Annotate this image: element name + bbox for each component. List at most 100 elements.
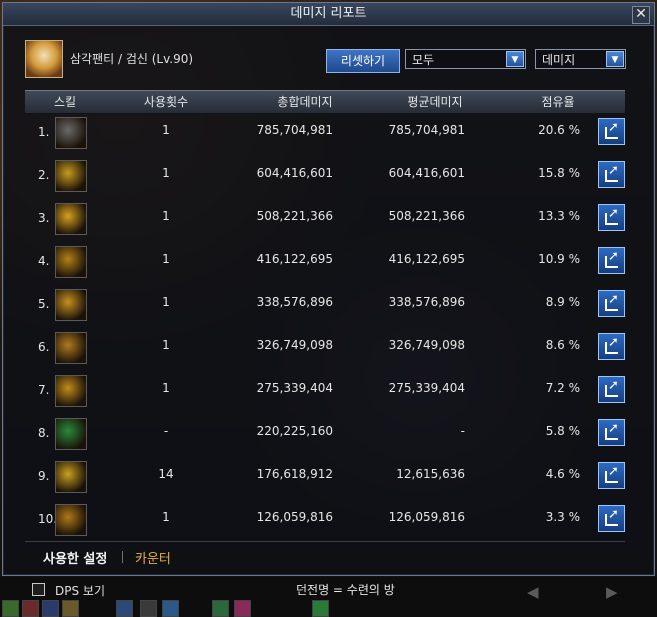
skill-icon-9	[55, 461, 87, 493]
quickslot[interactable]	[162, 600, 179, 617]
row-total: 338,576,896	[256, 295, 333, 309]
row-share: 8.9 %	[545, 295, 580, 309]
detail-button[interactable]	[598, 290, 625, 317]
close-icon[interactable]: ✕	[632, 6, 650, 24]
row-total: 126,059,816	[256, 510, 333, 524]
skill-icon-1	[55, 117, 87, 149]
skill-icon-3	[55, 203, 87, 235]
row-share: 7.2 %	[545, 381, 580, 395]
row-share: 10.9 %	[538, 252, 580, 266]
row-count-value: 14	[158, 467, 174, 481]
row-total: 326,749,098	[256, 338, 333, 352]
row-average: -	[460, 424, 465, 438]
quickslot[interactable]	[42, 600, 59, 617]
row-share: 15.8 %	[538, 166, 580, 180]
skill-icon-2	[55, 160, 87, 192]
quickslot[interactable]	[312, 600, 329, 617]
header-count[interactable]: 사용횟수	[144, 91, 188, 113]
row-rank: 1.	[38, 125, 50, 139]
row-total: 176,618,912	[256, 467, 333, 481]
filter-select[interactable]: 모두 ▼	[405, 49, 526, 69]
row-rank: 3.	[38, 211, 50, 225]
skill-icon-6	[55, 332, 87, 364]
row-rank: 4.	[38, 254, 50, 268]
dps-checkbox[interactable]	[32, 583, 45, 596]
row-average: 785,704,981	[388, 123, 465, 137]
row-average: 126,059,816	[388, 510, 465, 524]
quickslot[interactable]	[22, 600, 39, 617]
row-average: 508,221,366	[388, 209, 465, 223]
detail-button[interactable]	[598, 247, 625, 274]
row-count-value: -	[163, 424, 169, 438]
row-count-value: 1	[162, 295, 170, 309]
row-count-value: 1	[162, 338, 170, 352]
row-share: 5.8 %	[545, 424, 580, 438]
row-count-value: 1	[162, 123, 170, 137]
header-average[interactable]: 평균데미지	[407, 91, 462, 113]
detail-button[interactable]	[598, 419, 625, 446]
quickslot[interactable]	[2, 600, 19, 617]
table-row: 2. 1 604,416,601 604,416,601 15.8 %	[25, 157, 625, 199]
quickslot[interactable]	[212, 600, 229, 617]
row-rank: 6.	[38, 340, 50, 354]
quickslot[interactable]	[62, 600, 79, 617]
table-row: 10. 1 126,059,816 126,059,816 3.3 %	[25, 501, 625, 543]
table-row: 5. 1 338,576,896 338,576,896 8.9 %	[25, 286, 625, 328]
table-header: 스킬 사용횟수 총합데미지 평균데미지 점유율	[25, 90, 625, 114]
table-row: 9. 14 176,618,912 12,615,636 4.6 %	[25, 458, 625, 500]
row-total: 220,225,160	[256, 424, 333, 438]
tab-counter[interactable]: 카운터	[135, 548, 171, 567]
detail-button[interactable]	[598, 204, 625, 231]
character-label: 삼각팬티 / 검신 (Lv.90)	[70, 52, 194, 66]
detail-button[interactable]	[598, 505, 625, 532]
skill-icon-8	[55, 418, 87, 450]
row-rank: 9.	[38, 469, 50, 483]
skill-icon-5	[55, 289, 87, 321]
metric-select-value: 데미지	[542, 53, 576, 67]
detail-button[interactable]	[598, 118, 625, 145]
detail-button[interactable]	[598, 376, 625, 403]
dps-label: DPS 보기	[55, 584, 105, 598]
row-rank: 8.	[38, 426, 50, 440]
row-share: 20.6 %	[538, 123, 580, 137]
header-skill[interactable]: 스킬	[54, 91, 76, 113]
row-count-value: 1	[162, 252, 170, 266]
row-share: 13.3 %	[538, 209, 580, 223]
row-total: 508,221,366	[256, 209, 333, 223]
window-titlebar[interactable]: 데미지 리포트 ✕	[3, 3, 654, 26]
chevron-down-icon[interactable]: ▼	[506, 51, 524, 67]
character-avatar	[25, 40, 63, 78]
detail-button[interactable]	[598, 333, 625, 360]
detail-button[interactable]	[598, 462, 625, 489]
prev-arrow-icon[interactable]: ◀	[527, 583, 539, 601]
row-average: 604,416,601	[388, 166, 465, 180]
filter-select-value: 모두	[412, 53, 435, 67]
tab-used-settings[interactable]: 사용한 설정	[43, 548, 107, 567]
row-rank: 5.	[38, 297, 50, 311]
header-total[interactable]: 총합데미지	[277, 91, 332, 113]
row-share: 3.3 %	[545, 510, 580, 524]
skill-icon-7	[55, 375, 87, 407]
row-total: 604,416,601	[256, 166, 333, 180]
table-row: 3. 1 508,221,366 508,221,366 13.3 %	[25, 200, 625, 242]
next-arrow-icon[interactable]: ▶	[606, 583, 618, 601]
row-count-value: 1	[162, 510, 170, 524]
table-row: 4. 1 416,122,695 416,122,695 10.9 %	[25, 243, 625, 285]
reset-button[interactable]: 리셋하기	[326, 49, 400, 73]
row-average: 275,339,404	[388, 381, 465, 395]
bottom-tabs: 사용한 설정 카운터	[25, 541, 625, 570]
row-count-value: 1	[162, 209, 170, 223]
metric-select[interactable]: 데미지 ▼	[535, 49, 626, 69]
row-count-value: 1	[162, 166, 170, 180]
table-row: 1. 1 785,704,981 785,704,981 20.6 %	[25, 114, 625, 156]
row-count-value: 1	[162, 381, 170, 395]
header-share[interactable]: 점유율	[541, 91, 574, 113]
row-average: 326,749,098	[388, 338, 465, 352]
quickslot[interactable]	[234, 600, 251, 617]
skill-icon-4	[55, 246, 87, 278]
chevron-down-icon[interactable]: ▼	[606, 51, 624, 67]
quickslot[interactable]	[116, 600, 133, 617]
detail-button[interactable]	[598, 161, 625, 188]
row-share: 4.6 %	[545, 467, 580, 481]
quickslot[interactable]	[140, 600, 157, 617]
